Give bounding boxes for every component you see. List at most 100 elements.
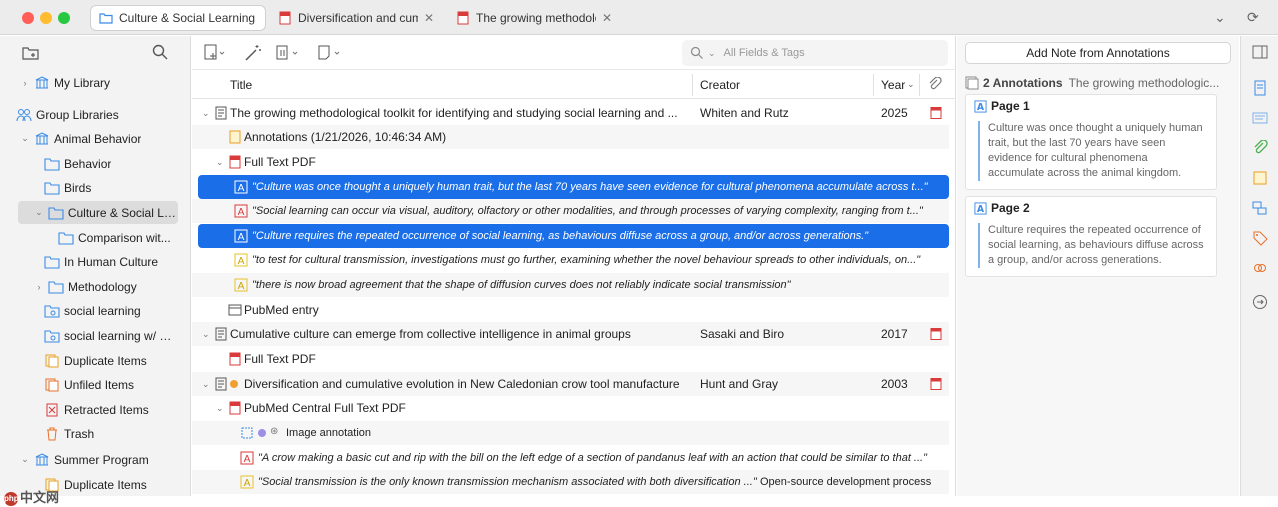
tab-library[interactable]: Culture & Social Learning xyxy=(90,5,266,31)
sidebar-item-culture-social-learning[interactable]: ⌄ Culture & Social Le... xyxy=(18,201,178,224)
table-row-annotation[interactable]: A "Culture requires the repeated occurre… xyxy=(198,224,949,248)
pdf-icon xyxy=(229,401,241,415)
info-section-icon[interactable] xyxy=(1252,80,1268,96)
table-row[interactable]: ⌄ PubMed Central Full Text PDF xyxy=(192,396,949,420)
annotation-card[interactable]: A Page 2 Culture requires the repeated o… xyxy=(965,196,1217,277)
sidebar-item-trash[interactable]: Trash xyxy=(0,422,190,445)
pdf-icon[interactable] xyxy=(930,328,942,340)
related-section-icon[interactable] xyxy=(1252,260,1268,276)
libraries-collections-icon[interactable] xyxy=(1252,200,1268,216)
items-pane: ⌄ All Fields & Tags Title Creator Year ⌄… xyxy=(192,36,956,496)
table-row-annotation[interactable]: A "there is now broad agreement that the… xyxy=(192,273,949,297)
table-row[interactable]: PubMed entry xyxy=(192,298,949,322)
unfiled-icon xyxy=(45,378,59,391)
column-separator[interactable] xyxy=(919,74,920,96)
row-title: PubMed Central Full Text PDF xyxy=(244,401,406,415)
attachments-section-icon[interactable] xyxy=(1252,140,1268,156)
table-row[interactable]: ⌄ Cumulative culture can emerge from col… xyxy=(192,322,949,346)
svg-text:A: A xyxy=(244,454,251,465)
add-attachment-icon[interactable] xyxy=(276,44,300,62)
web-link-icon xyxy=(228,304,242,316)
table-row[interactable]: ⌄ Diversification and cumulative evoluti… xyxy=(192,372,949,396)
column-separator[interactable] xyxy=(873,74,874,96)
sidebar-item-retracted-items[interactable]: Retracted Items xyxy=(0,398,190,421)
sidebar-item-birds[interactable]: Birds xyxy=(0,176,190,199)
chevron-down-icon[interactable]: ⌄ xyxy=(216,403,224,414)
column-year[interactable]: Year xyxy=(881,78,905,92)
tab-pdf-diversification[interactable]: Diversification and cumu ✕ xyxy=(270,5,442,31)
sidebar-item-my-library[interactable]: › My Library xyxy=(0,71,190,94)
chevron-right-icon[interactable]: › xyxy=(34,282,44,292)
tab-pdf-toolkit[interactable]: The growing methodolog ✕ xyxy=(448,5,620,31)
column-title[interactable]: Title xyxy=(230,78,252,92)
pdf-icon[interactable] xyxy=(930,378,942,390)
column-separator[interactable] xyxy=(692,74,693,96)
new-item-icon[interactable] xyxy=(204,44,226,62)
pdf-icon xyxy=(229,155,241,169)
chevron-down-icon[interactable]: ⌄ xyxy=(34,207,44,218)
new-note-icon[interactable] xyxy=(318,44,342,62)
table-row-annotation[interactable]: A "to test for cultural transmission, in… xyxy=(192,248,949,272)
magic-wand-icon[interactable] xyxy=(244,44,262,62)
chevron-right-icon[interactable]: › xyxy=(20,78,30,88)
annotation-card[interactable]: A Page 1 Culture was once thought a uniq… xyxy=(965,94,1217,190)
sidebar-item-social-learning-w[interactable]: social learning w/ a... xyxy=(0,324,190,347)
collections-sidebar: › My Library Group Libraries ⌄ Animal Be… xyxy=(0,36,191,496)
sidebar-item-in-human-culture[interactable]: In Human Culture xyxy=(0,250,190,273)
table-row-annotation[interactable]: A "Culture was once thought a uniquely h… xyxy=(198,175,949,199)
sidebar-item-duplicate-items[interactable]: Duplicate Items xyxy=(0,349,190,372)
table-row[interactable]: ⌄ The growing methodological toolkit for… xyxy=(192,101,949,125)
highlight-annotation-icon: A xyxy=(234,204,248,218)
chevron-down-icon[interactable]: ⌄ xyxy=(216,157,224,168)
search-icon[interactable] xyxy=(152,44,168,60)
notes-section-icon[interactable] xyxy=(1252,170,1268,186)
sidebar-item-group-libraries[interactable]: Group Libraries xyxy=(0,103,190,126)
chevron-down-icon[interactable]: ⌄ xyxy=(202,108,210,119)
sort-chevron-icon[interactable]: ⌄ xyxy=(907,79,915,90)
paperclip-icon[interactable] xyxy=(928,77,942,91)
search-icon xyxy=(690,46,703,59)
chevron-down-icon[interactable]: ⌄ xyxy=(20,133,30,144)
chevron-down-icon[interactable]: ⌄ xyxy=(708,48,716,59)
row-title: Cumulative culture can emerge from colle… xyxy=(230,327,631,341)
sidebar-item-unfiled-items[interactable]: Unfiled Items xyxy=(0,373,190,396)
close-window-button[interactable] xyxy=(22,12,34,24)
tags-section-icon[interactable] xyxy=(1252,230,1268,246)
table-row[interactable]: ⌄ Full Text PDF xyxy=(192,150,949,174)
table-row-annotation[interactable]: A "Social learning can occur via visual,… xyxy=(192,199,949,223)
minimize-window-button[interactable] xyxy=(40,12,52,24)
sidebar-item-social-learning[interactable]: social learning xyxy=(0,299,190,322)
folder-icon xyxy=(44,181,60,195)
folder-icon xyxy=(44,157,60,171)
close-tab-icon[interactable]: ✕ xyxy=(602,11,612,25)
pdf-icon[interactable] xyxy=(930,107,942,119)
chevron-down-icon[interactable]: ⌄ xyxy=(20,454,30,465)
sidebar-item-summer-program[interactable]: ⌄ Summer Program xyxy=(0,448,190,471)
add-note-from-annotations-button[interactable]: Add Note from Annotations xyxy=(965,42,1231,64)
sidebar-item-methodology[interactable]: › Methodology xyxy=(0,275,190,298)
title-bar: Culture & Social Learning Diversificatio… xyxy=(0,0,1278,35)
sync-icon[interactable]: ⟳ xyxy=(1247,9,1259,26)
new-collection-icon[interactable] xyxy=(22,45,40,61)
sidebar-item-behavior[interactable]: Behavior xyxy=(0,152,190,175)
close-tab-icon[interactable]: ✕ xyxy=(424,11,434,25)
folder-icon xyxy=(58,231,74,245)
locate-icon[interactable] xyxy=(1252,294,1268,310)
chevron-down-icon[interactable]: ⌄ xyxy=(202,379,210,390)
column-creator[interactable]: Creator xyxy=(700,78,740,92)
table-row[interactable]: Annotations (1/21/2026, 10:46:34 AM) xyxy=(192,125,949,149)
chevron-down-icon[interactable]: ⌄ xyxy=(1214,9,1226,26)
zoom-window-button[interactable] xyxy=(58,12,70,24)
svg-text:A: A xyxy=(238,183,245,194)
abstract-section-icon[interactable] xyxy=(1252,110,1268,126)
sidebar-item-label: Culture & Social Le... xyxy=(67,205,178,220)
chevron-down-icon[interactable]: ⌄ xyxy=(202,329,210,340)
table-row-annotation[interactable]: A "Social transmission is the only known… xyxy=(192,470,949,494)
search-input[interactable]: ⌄ All Fields & Tags xyxy=(682,40,948,66)
sidebar-item-animal-behavior[interactable]: ⌄ Animal Behavior xyxy=(0,127,190,150)
table-row-annotation[interactable]: ⊛ Image annotation xyxy=(192,421,949,445)
table-row[interactable]: Full Text PDF xyxy=(192,347,949,371)
sidebar-item-comparison[interactable]: Comparison wit... xyxy=(0,226,190,249)
table-row-annotation[interactable]: A "A crow making a basic cut and rip wit… xyxy=(192,446,949,470)
toggle-pane-icon[interactable] xyxy=(1252,44,1268,60)
